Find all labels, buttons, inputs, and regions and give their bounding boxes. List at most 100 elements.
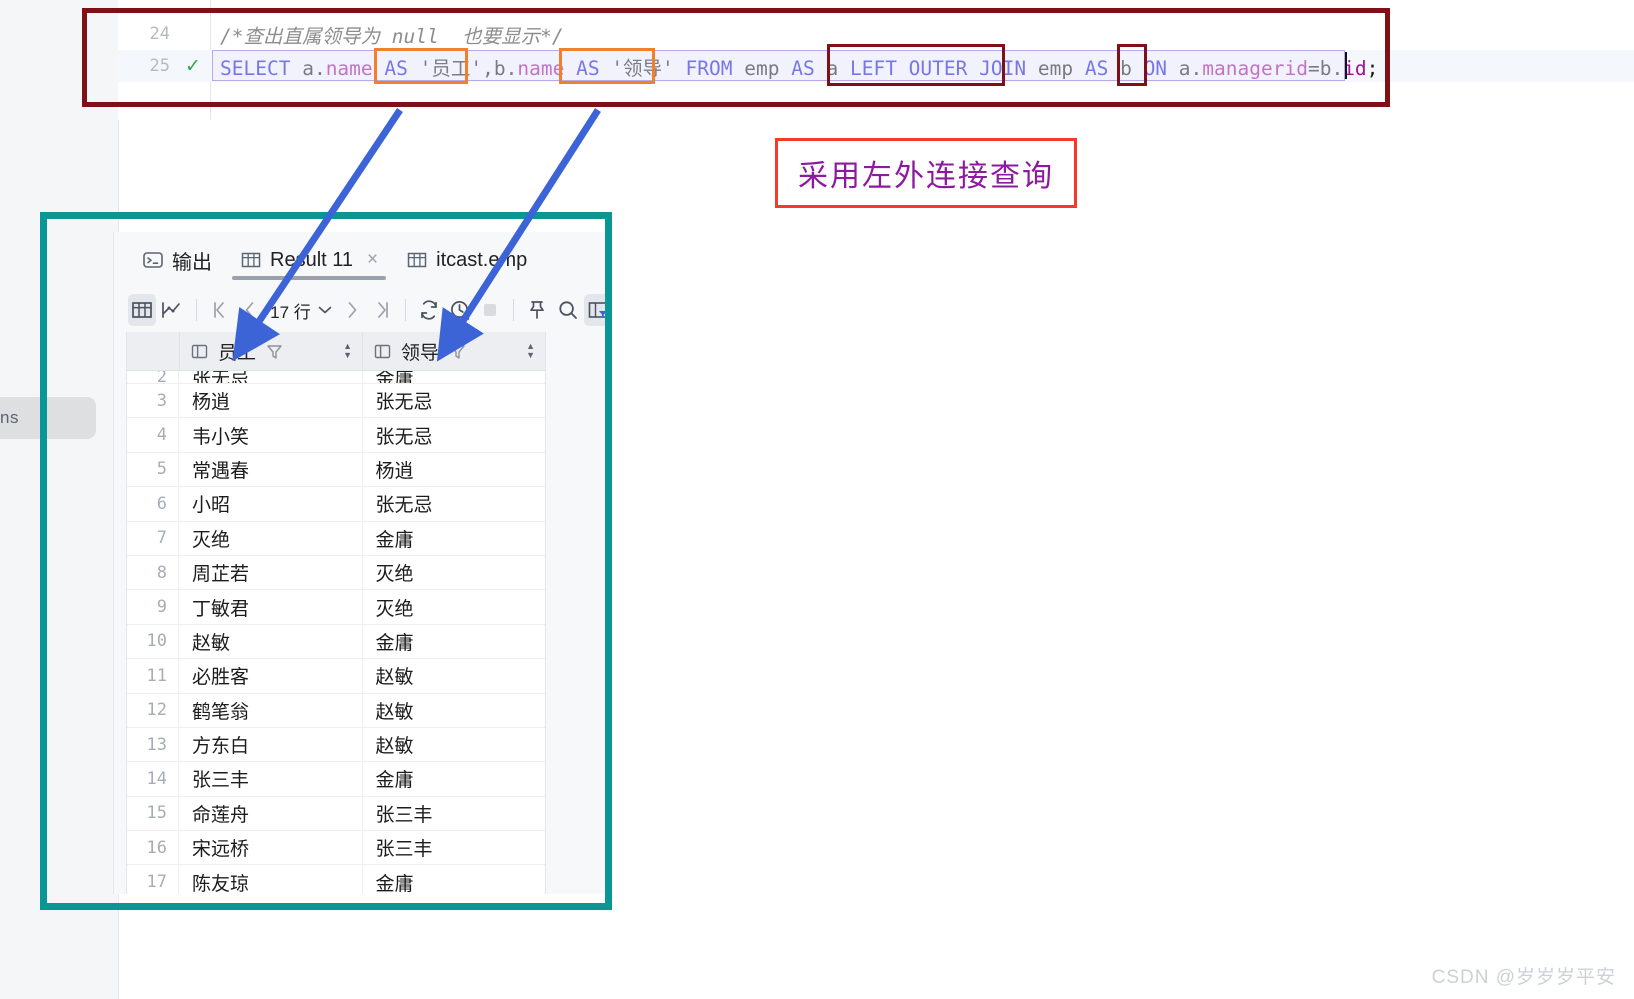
watermark: CSDN @岁岁岁平安	[1431, 967, 1616, 988]
tab-itcast-emp-label: itcast.emp	[436, 248, 528, 271]
results-panel: 输出 Result 11 × itcast.emp 17 行 员工 ▲ ▼ 领导…	[113, 232, 612, 894]
table-body: 2 张无忌 金庸 3 杨逍 张无忌 4 韦小笑 张无忌 5 常遇春 杨逍 6 小昭 张无忌 7灭…	[127, 371, 545, 894]
row-index: 12	[127, 693, 179, 727]
annotation-callout: 采用左外连接查询	[775, 138, 1077, 208]
sort-desc-icon: ▼	[343, 350, 352, 360]
sql-token-semicolon: ;	[1366, 56, 1379, 80]
table-row[interactable]: 11 必胜客 赵敏	[127, 659, 545, 694]
pin-icon[interactable]	[523, 294, 551, 326]
last-page-icon[interactable]	[368, 294, 396, 326]
table-row[interactable]: 16 宋远桥 张三丰	[127, 831, 545, 866]
cell-employee: 命莲舟	[179, 796, 363, 831]
results-tabbar: 输出 Result 11 × itcast.emp	[114, 232, 612, 288]
table-row[interactable]: 17 陈友琼 金庸	[127, 865, 545, 894]
cell-leader: 张无忌	[375, 392, 433, 414]
stop-icon[interactable]	[476, 294, 504, 326]
grid-view-icon[interactable]	[128, 294, 157, 326]
cell-employee: 韦小笑	[179, 418, 363, 452]
row-index: 4	[127, 418, 179, 452]
table-row[interactable]: 9 丁敏君 灭绝	[127, 590, 545, 625]
cell-employee: 张三丰	[179, 762, 363, 796]
search-icon[interactable]	[553, 294, 581, 326]
prev-page-icon[interactable]	[236, 294, 264, 326]
table-row[interactable]: 8 周芷若 灭绝	[127, 555, 545, 591]
cell-leader: 金庸	[375, 873, 414, 894]
table-row[interactable]: 14 张三丰 金庸	[127, 762, 545, 797]
cell-leader: 赵敏	[375, 736, 414, 758]
sort-desc-icon: ▼	[526, 350, 535, 360]
text-caret	[1345, 52, 1347, 79]
row-index: 5	[127, 452, 179, 487]
refresh-icon[interactable]	[415, 294, 443, 326]
table-row[interactable]: 3 杨逍 张无忌	[127, 384, 545, 419]
column-header-leader-label: 领导	[401, 342, 440, 364]
tab-output[interactable]: 输出	[128, 232, 226, 288]
tab-itcast-emp[interactable]: itcast.emp	[392, 232, 541, 288]
sort-toggle-leader[interactable]: ▲ ▼	[526, 341, 535, 360]
table-icon	[240, 249, 262, 271]
table-icon	[406, 249, 428, 271]
cell-employee: 丁敏君	[179, 590, 363, 624]
row-index: 15	[127, 796, 179, 831]
chart-view-icon[interactable]	[158, 294, 186, 326]
row-index: 11	[127, 659, 179, 693]
table-row[interactable]: 10 赵敏 金庸	[127, 624, 545, 660]
row-index: 7	[127, 521, 179, 555]
row-count-label: 17 行	[270, 302, 311, 322]
toolbar-divider	[195, 299, 197, 321]
table-row[interactable]: 2 张无忌 金庸	[127, 371, 545, 384]
results-toolbar: 17 行	[114, 288, 612, 332]
cell-employee: 鹤笔翁	[179, 693, 363, 727]
cell-employee: 陈友琼	[179, 865, 363, 894]
tab-output-label: 输出	[172, 251, 212, 274]
cell-leader: 张无忌	[375, 426, 433, 448]
cell-employee: 必胜客	[179, 659, 363, 693]
cell-leader: 灭绝	[375, 598, 414, 620]
line-status-ok-icon: ✓	[185, 55, 201, 77]
column-header-employee[interactable]: 员工 ▲ ▼	[180, 332, 363, 370]
cell-employee: 周芷若	[179, 555, 363, 590]
tab-result-11[interactable]: Result 11 ×	[226, 232, 392, 288]
sort-toggle-employee[interactable]: ▲ ▼	[343, 342, 352, 360]
page-canvas: ns 24 /*查出直属领导为 null 也要显示*/ 25 ✓ SELECT …	[0, 0, 1634, 999]
table-row[interactable]: 7 灭绝 金庸	[127, 521, 545, 556]
chevron-down-icon	[318, 300, 332, 320]
cell-employee: 张无忌	[179, 371, 363, 383]
cell-employee: 常遇春	[179, 452, 363, 487]
table-row[interactable]: 12 鹤笔翁 赵敏	[127, 693, 545, 728]
first-page-icon[interactable]	[206, 294, 234, 326]
cell-leader: 杨逍	[375, 460, 414, 482]
row-index: 6	[127, 487, 179, 521]
column-header-leader[interactable]: 领导 ▲ ▼	[363, 332, 545, 370]
table-row[interactable]: 5 常遇春 杨逍	[127, 452, 545, 488]
row-index: 2	[127, 371, 179, 383]
table-row[interactable]: 6 小昭 张无忌	[127, 487, 545, 522]
row-index-header	[127, 332, 180, 370]
filter-table-icon[interactable]	[583, 294, 612, 326]
table-row[interactable]: 15 命莲舟 张三丰	[127, 796, 545, 832]
cell-employee: 杨逍	[179, 384, 363, 418]
cell-leader: 张三丰	[375, 804, 433, 826]
left-gutter-pill-label: ns	[0, 408, 19, 427]
cell-leader: 金庸	[375, 770, 414, 792]
cell-leader: 灭绝	[375, 564, 414, 586]
cell-leader: 张无忌	[375, 495, 433, 517]
history-clock-icon[interactable]	[446, 294, 474, 326]
sort-asc-icon: ▲	[526, 341, 535, 351]
tab-close-icon[interactable]: ×	[367, 249, 378, 271]
row-count-selector[interactable]: 17 行	[266, 298, 336, 323]
tab-result-11-label: Result 11	[270, 248, 354, 271]
cell-leader: 金庸	[375, 529, 414, 551]
table-row[interactable]: 13 方东白 赵敏	[127, 727, 545, 763]
filter-funnel-icon[interactable]	[448, 342, 467, 361]
console-icon	[142, 249, 164, 271]
cell-employee: 赵敏	[179, 624, 363, 659]
next-page-icon[interactable]	[338, 294, 366, 326]
row-index: 14	[127, 762, 179, 796]
cell-employee: 灭绝	[179, 521, 363, 555]
sql-comment-line: /*查出直属领导为 null 也要显示*/	[220, 24, 564, 48]
cell-leader: 赵敏	[375, 701, 414, 723]
table-row[interactable]: 4 韦小笑 张无忌	[127, 418, 545, 453]
cell-leader: 赵敏	[375, 667, 414, 689]
filter-funnel-icon[interactable]	[265, 342, 284, 361]
